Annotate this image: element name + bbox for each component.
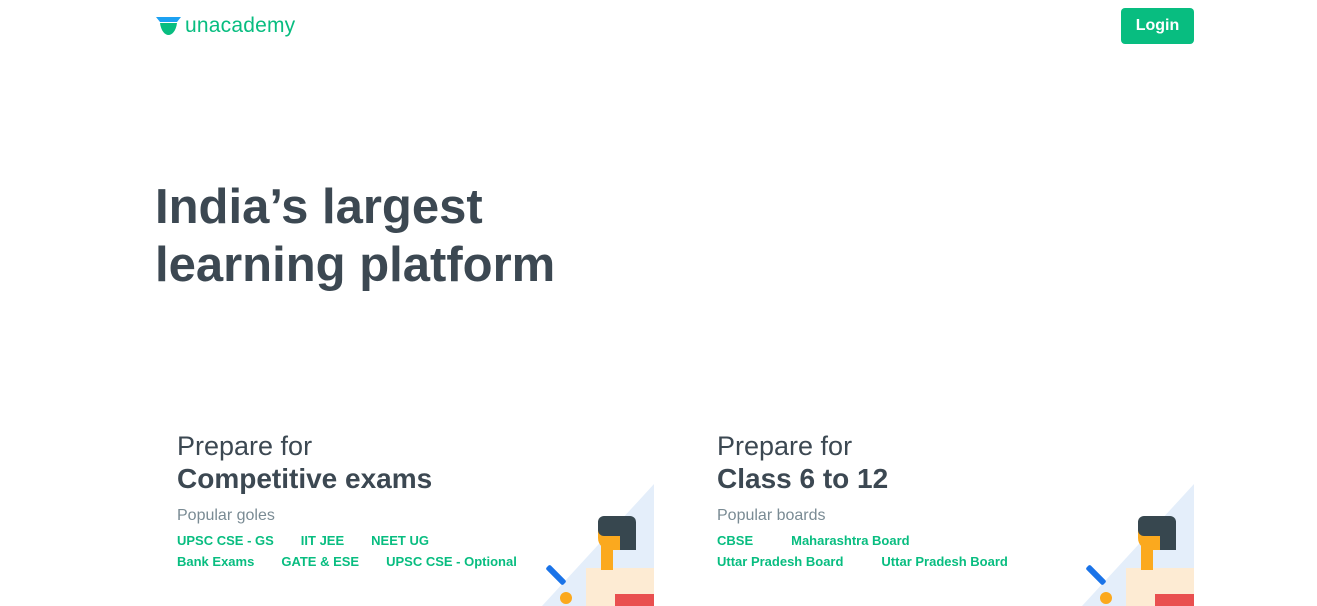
board-link[interactable]: CBSE <box>717 530 753 551</box>
goal-link[interactable]: IIT JEE <box>301 530 344 551</box>
card-prep-text: Prepare for <box>177 431 313 461</box>
board-link[interactable]: Uttar Pradesh Board <box>717 551 843 572</box>
goal-links: UPSC CSE - GS IIT JEE NEET UG Bank Exams GAT… <box>177 530 547 572</box>
student-illustration <box>1082 484 1194 606</box>
competitive-exams-card[interactable]: Prepare for Competitive exams Popular go… <box>177 430 654 606</box>
unacademy-logo-icon <box>156 17 181 35</box>
goal-link[interactable]: NEET UG <box>371 530 429 551</box>
goal-link[interactable]: GATE & ESE <box>281 551 359 572</box>
hero-line-2: learning platform <box>155 238 556 292</box>
logo-text: unacademy <box>185 14 296 37</box>
board-links: CBSE Maharashtra BoardUttar Pradesh Board… <box>717 530 1087 572</box>
unacademy-logo[interactable]: unacademy <box>155 14 295 38</box>
hero-line-1: India’s largest <box>155 180 483 234</box>
goal-link[interactable]: Bank Exams <box>177 551 254 572</box>
class-6-to-12-card[interactable]: Prepare for Class 6 to 12 Popular boards… <box>717 430 1194 606</box>
goal-link[interactable]: UPSC CSE - GS <box>177 530 274 551</box>
card-prep-text: Prepare for <box>717 431 853 461</box>
login-button[interactable]: Login <box>1121 8 1194 44</box>
hero-heading: India’s largest learning platform <box>155 178 555 294</box>
goal-link[interactable]: UPSC CSE - Optional <box>386 551 517 572</box>
board-link[interactable]: Uttar Pradesh Board <box>881 551 1007 572</box>
student-illustration <box>542 484 654 606</box>
board-link[interactable]: Maharashtra Board <box>791 530 909 551</box>
